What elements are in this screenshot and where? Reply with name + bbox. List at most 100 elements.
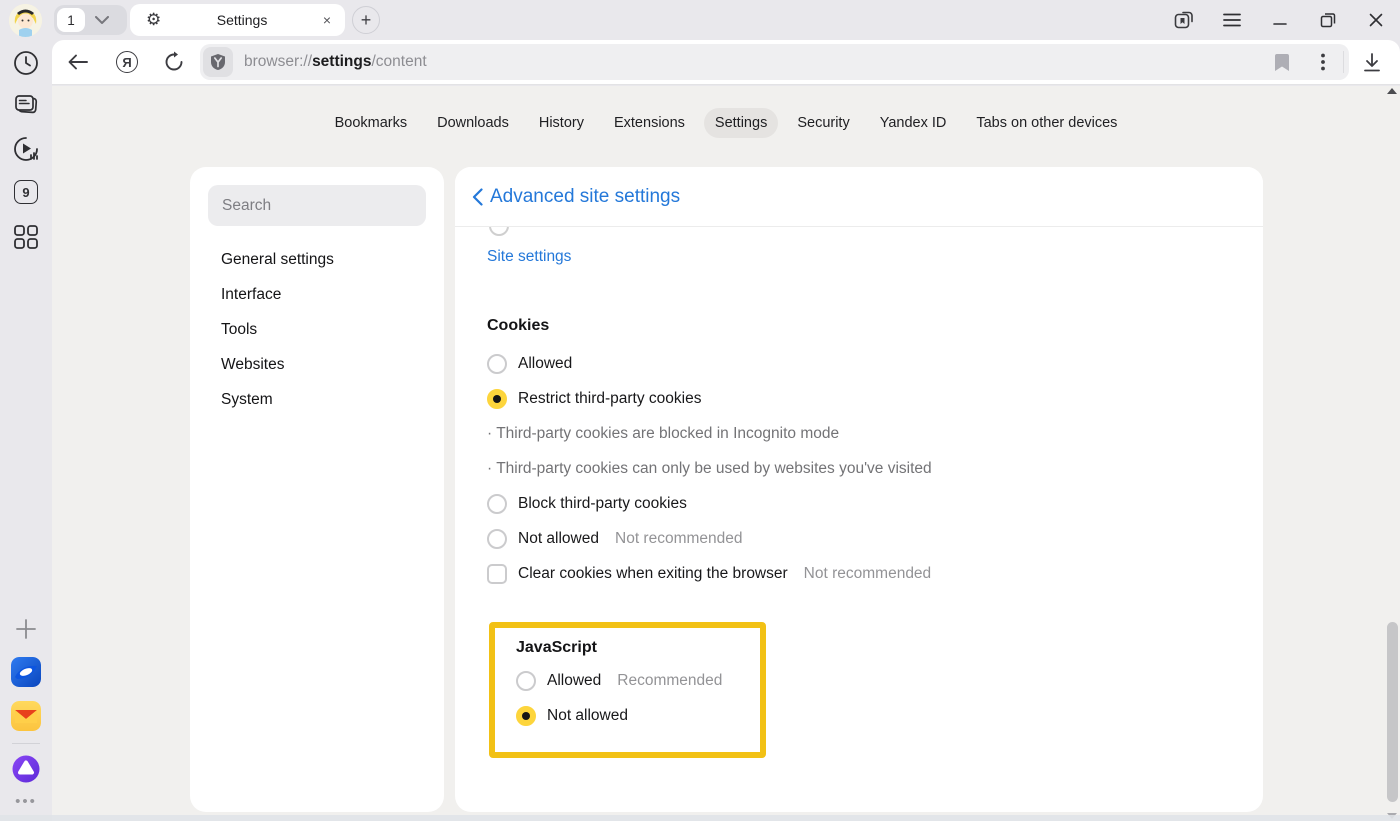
maximize-button[interactable] xyxy=(1304,0,1352,40)
radio-icon[interactable] xyxy=(487,354,507,374)
plus-icon xyxy=(14,617,38,641)
cookies-option-row[interactable]: · Third-party cookies are blocked in Inc… xyxy=(487,416,1263,451)
add-panel-button[interactable] xyxy=(0,617,52,641)
feed-button[interactable] xyxy=(0,93,52,117)
javascript-options: Allowed Recommended Not allowed xyxy=(516,663,760,733)
scroll-up-arrow-icon[interactable] xyxy=(1387,88,1397,94)
kebab-menu-icon xyxy=(1321,53,1325,71)
downloads-button[interactable] xyxy=(1344,40,1400,84)
cookies-heading: Cookies xyxy=(487,317,1263,335)
browser-app-icon xyxy=(11,657,41,687)
page-title[interactable]: Advanced site settings xyxy=(490,186,680,208)
pages-feed-icon xyxy=(13,93,39,117)
yandex-mail-shortcut[interactable] xyxy=(0,701,52,731)
back-button[interactable] xyxy=(58,40,98,84)
javascript-option-row[interactable]: Not allowed xyxy=(516,698,760,733)
javascript-section-highlight: JavaScript Allowed Recommended Not allow… xyxy=(489,622,766,758)
user-avatar[interactable] xyxy=(9,4,42,37)
url-host: settings xyxy=(312,53,371,70)
history-button[interactable] xyxy=(0,50,52,76)
top-nav-item[interactable]: Tabs on other devices xyxy=(965,108,1128,138)
cookies-options: Allowed Restrict third-party cookies · T… xyxy=(487,346,1263,591)
top-nav-item[interactable]: History xyxy=(528,108,595,138)
url-text: browser://settings/content xyxy=(244,53,427,71)
site-settings-link-top[interactable]: Site settings xyxy=(487,248,571,266)
option-label: · Third-party cookies are blocked in Inc… xyxy=(487,425,839,443)
url-path: /content xyxy=(372,53,427,70)
settings-menu-item[interactable]: General settings xyxy=(190,243,444,278)
scrollbar-thumb[interactable] xyxy=(1387,622,1398,802)
radio-icon[interactable] xyxy=(487,529,507,549)
top-nav-item[interactable]: Yandex ID xyxy=(869,108,958,138)
settings-menu: General settingsInterfaceToolsWebsitesSy… xyxy=(190,243,444,418)
settings-menu-item[interactable]: Tools xyxy=(190,313,444,348)
cookies-option-row[interactable]: Clear cookies when exiting the browser N… xyxy=(487,556,1263,591)
option-note: Recommended xyxy=(617,672,722,690)
radio-icon[interactable] xyxy=(516,706,536,726)
yandex-home-button[interactable]: Я xyxy=(107,40,147,84)
checkbox-icon[interactable] xyxy=(487,564,507,584)
settings-menu-item[interactable]: Websites xyxy=(190,348,444,383)
radio-icon[interactable] xyxy=(487,494,507,514)
cookies-option-row[interactable]: Allowed xyxy=(487,346,1263,381)
alice-assistant-button[interactable] xyxy=(0,754,52,784)
yandex-browser-shortcut[interactable] xyxy=(0,657,52,687)
top-nav-item[interactable]: Extensions xyxy=(603,108,696,138)
toolbar-more-button[interactable] xyxy=(1303,40,1343,84)
minimize-button[interactable] xyxy=(1256,0,1304,40)
protect-badge[interactable] xyxy=(203,47,233,77)
cookies-option-row[interactable]: Restrict third-party cookies xyxy=(487,381,1263,416)
close-tab-icon[interactable]: × xyxy=(323,12,331,28)
top-nav-item[interactable]: Downloads xyxy=(426,108,520,138)
yandex-logo-icon: Я xyxy=(116,51,138,73)
settings-sidebar-panel: General settingsInterfaceToolsWebsitesSy… xyxy=(190,167,444,812)
titlebar: 1 ⚙ Settings × + xyxy=(0,0,1400,40)
settings-menu-item[interactable]: System xyxy=(190,383,444,418)
option-label: Block third-party cookies xyxy=(518,495,687,513)
sidebar-toggle-button[interactable] xyxy=(1160,0,1208,40)
hamburger-menu-icon xyxy=(1223,13,1241,27)
settings-menu-item[interactable]: Interface xyxy=(190,278,444,313)
tab-title: Settings xyxy=(161,12,323,28)
rail-divider xyxy=(12,743,40,744)
rail-more-button[interactable]: ••• xyxy=(0,793,52,810)
side-rail: 9 xyxy=(0,40,52,821)
search-input[interactable] xyxy=(208,185,426,226)
top-nav-item[interactable]: Bookmarks xyxy=(324,108,419,138)
browser-menu-button[interactable] xyxy=(1208,0,1256,40)
panel-bookmark-icon xyxy=(1174,11,1194,29)
cookies-option-row[interactable]: Block third-party cookies xyxy=(487,486,1263,521)
tab-group-count: 1 xyxy=(57,8,85,32)
bookmark-this-page-button[interactable] xyxy=(1275,54,1289,71)
javascript-option-row[interactable]: Allowed Recommended xyxy=(516,663,760,698)
top-nav-item[interactable]: Settings xyxy=(704,108,778,138)
option-label: Allowed xyxy=(518,355,572,373)
tabs-count-button[interactable]: 9 xyxy=(0,180,52,204)
cookies-option-row[interactable]: Not allowed Not recommended xyxy=(487,521,1263,556)
address-bar[interactable]: browser://settings/content xyxy=(200,44,1349,80)
javascript-heading: JavaScript xyxy=(516,639,760,657)
bookmark-flag-icon xyxy=(1275,54,1289,71)
option-label: Allowed xyxy=(547,672,601,690)
option-note: Not recommended xyxy=(804,565,932,583)
back-to-settings-button[interactable] xyxy=(472,188,483,206)
radio-icon[interactable] xyxy=(487,389,507,409)
media-button[interactable] xyxy=(0,135,52,163)
option-label: Not allowed xyxy=(547,707,628,725)
alice-icon xyxy=(11,754,41,784)
top-nav-item[interactable]: Security xyxy=(786,108,860,138)
option-label: Not allowed xyxy=(518,530,599,548)
restore-window-icon xyxy=(1320,12,1336,28)
page-scrollbar[interactable] xyxy=(1384,86,1400,821)
tab-group-selector[interactable]: 1 xyxy=(54,5,127,35)
close-window-button[interactable] xyxy=(1352,0,1400,40)
browser-tab-settings[interactable]: ⚙ Settings × xyxy=(130,4,345,36)
ellipsis-icon: ••• xyxy=(15,793,37,810)
new-tab-button[interactable]: + xyxy=(352,6,380,34)
cookies-option-row[interactable]: · Third-party cookies can only be used b… xyxy=(487,451,1263,486)
radio-icon[interactable] xyxy=(516,671,536,691)
play-media-icon xyxy=(12,135,40,163)
reload-button[interactable] xyxy=(154,40,194,84)
avatar-girl-icon xyxy=(9,4,42,37)
apps-grid-button[interactable] xyxy=(0,224,52,250)
